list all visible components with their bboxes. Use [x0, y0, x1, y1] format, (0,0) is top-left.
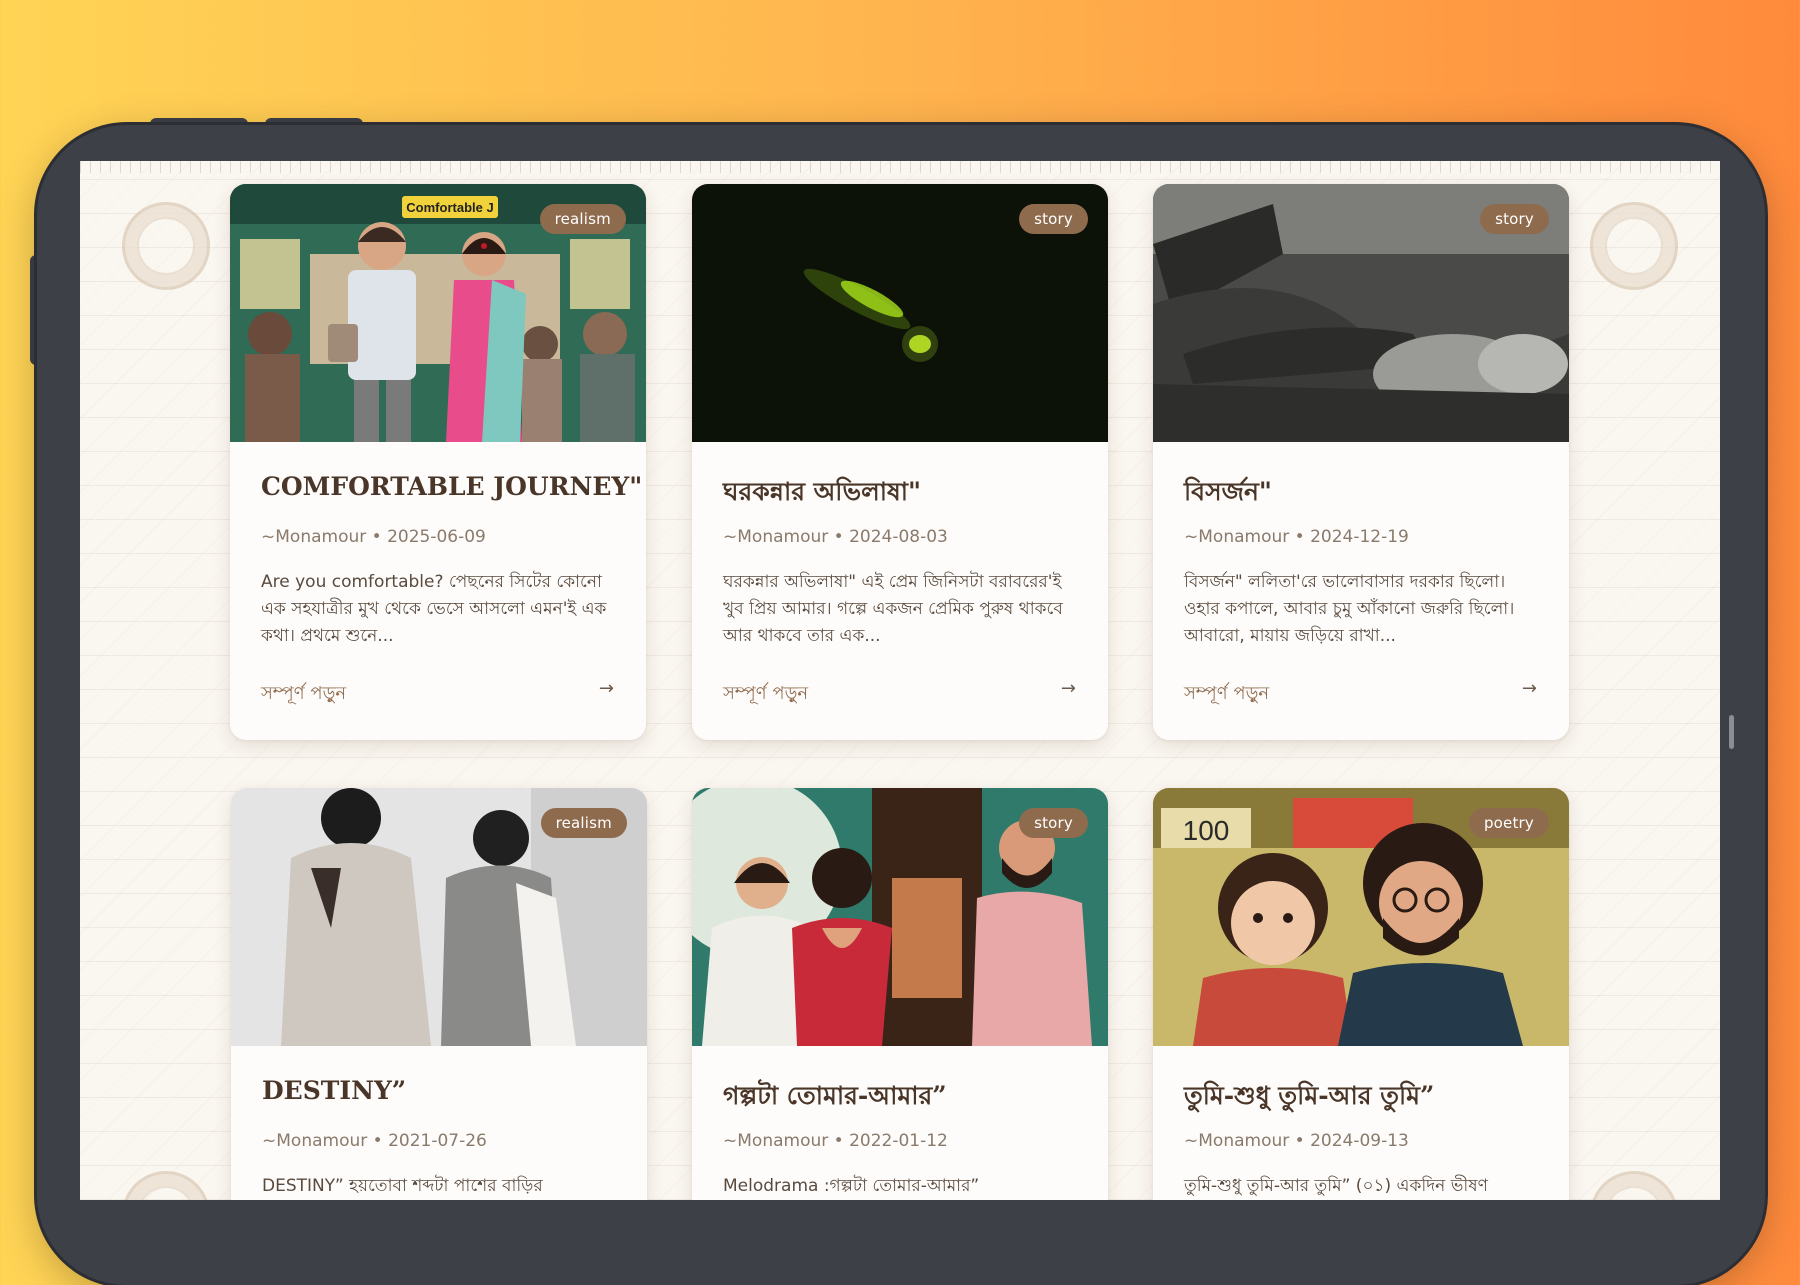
tablet-side-slot [1729, 715, 1734, 749]
story-card[interactable]: realism DESTINY” ~Monamour • 2021-07-26 … [231, 788, 647, 1200]
arrow-right-icon[interactable]: → [1061, 678, 1076, 699]
binder-ring-bottom-left [122, 1171, 210, 1200]
arrow-right-icon[interactable]: → [599, 678, 614, 699]
card-excerpt: বিসর্জন" ললিতা'রে ভালোবাসার দরকার ছিলো। … [1184, 572, 1515, 646]
card-excerpt: ঘরকন্নার অভিলাষা" এই প্রেম জিনিসটা বরাবর… [723, 572, 1063, 646]
binder-ring-top-left [122, 202, 210, 290]
card-title[interactable]: DESTINY” [262, 1076, 627, 1105]
binder-ring-top-right [1590, 202, 1678, 290]
card-meta: ~Monamour • 2024-09-13 [1184, 1131, 1409, 1151]
card-thumbnail[interactable]: 100 poetry [1153, 788, 1569, 1046]
card-meta: ~Monamour • 2021-07-26 [262, 1131, 487, 1151]
ruler-strip [80, 161, 1720, 173]
card-thumbnail[interactable]: realism [231, 788, 647, 1046]
card-title[interactable]: তুমি-শুধু তুমি-আর তুমি” [1184, 1076, 1549, 1119]
story-card[interactable]: story ঘরকন্নার অভিলাষা" ~Monamour • 2024… [692, 184, 1108, 740]
card-title[interactable]: COMFORTABLE JOURNEY" [261, 472, 642, 501]
arrow-right-icon[interactable]: → [1522, 678, 1537, 699]
category-tag[interactable]: story [1480, 204, 1549, 234]
card-meta: ~Monamour • 2022-01-12 [723, 1131, 948, 1151]
card-meta: ~Monamour • 2024-12-19 [1184, 527, 1409, 547]
card-thumbnail[interactable]: Comfortable J realism [230, 184, 646, 442]
category-tag[interactable]: realism [539, 204, 626, 234]
card-excerpt: Melodrama :গল্পটা তোমার-আমার” [723, 1176, 980, 1196]
svg-text:100: 100 [1183, 815, 1230, 846]
card-thumbnail[interactable]: story [692, 184, 1108, 442]
story-card[interactable]: story বিসর্জন" ~Monamour • 2024-12-19 বি… [1153, 184, 1569, 740]
card-title[interactable]: ঘরকন্নার অভিলাষা" [723, 472, 1088, 515]
story-card[interactable]: 100 poetry তুমি-শুধু তুমি-আর তুমি” ~Mona… [1153, 788, 1569, 1200]
card-thumbnail[interactable]: story [1153, 184, 1569, 442]
story-card[interactable]: story গল্পটা তোমার-আমার” ~Monamour • 202… [692, 788, 1108, 1200]
read-more-link[interactable]: সম্পূর্ণ পড়ুন [1184, 679, 1269, 710]
card-title[interactable]: বিসর্জন" [1184, 472, 1549, 515]
read-more-link[interactable]: সম্পূর্ণ পড়ুন [261, 679, 346, 710]
category-tag[interactable]: story [1019, 204, 1088, 234]
binder-ring-bottom-right [1590, 1171, 1678, 1200]
card-excerpt: Are you comfortable? পেছনের সিটের কোনো এ… [261, 572, 607, 646]
card-excerpt: তুমি-শুধু তুমি-আর তুমি” (০১) একদিন ভীষণ [1184, 1176, 1488, 1196]
card-excerpt: DESTINY” হয়তোবা শব্দটা পাশের বাড়ির [262, 1176, 543, 1196]
card-thumbnail[interactable]: story [692, 788, 1108, 1046]
category-tag[interactable]: poetry [1468, 808, 1549, 838]
story-card[interactable]: Comfortable J realism COMFORTABLE JOURNE… [230, 184, 646, 740]
card-meta: ~Monamour • 2024-08-03 [723, 527, 948, 547]
card-meta: ~Monamour • 2025-06-09 [261, 527, 486, 547]
card-title[interactable]: গল্পটা তোমার-আমার” [723, 1076, 1088, 1119]
read-more-link[interactable]: সম্পূর্ণ পড়ুন [723, 679, 808, 710]
screen: Comfortable J realism COMFORTABLE JOURNE… [80, 161, 1720, 1200]
svg-text:Comfortable J: Comfortable J [406, 200, 493, 215]
category-tag[interactable]: story [1019, 808, 1088, 838]
category-tag[interactable]: realism [540, 808, 627, 838]
